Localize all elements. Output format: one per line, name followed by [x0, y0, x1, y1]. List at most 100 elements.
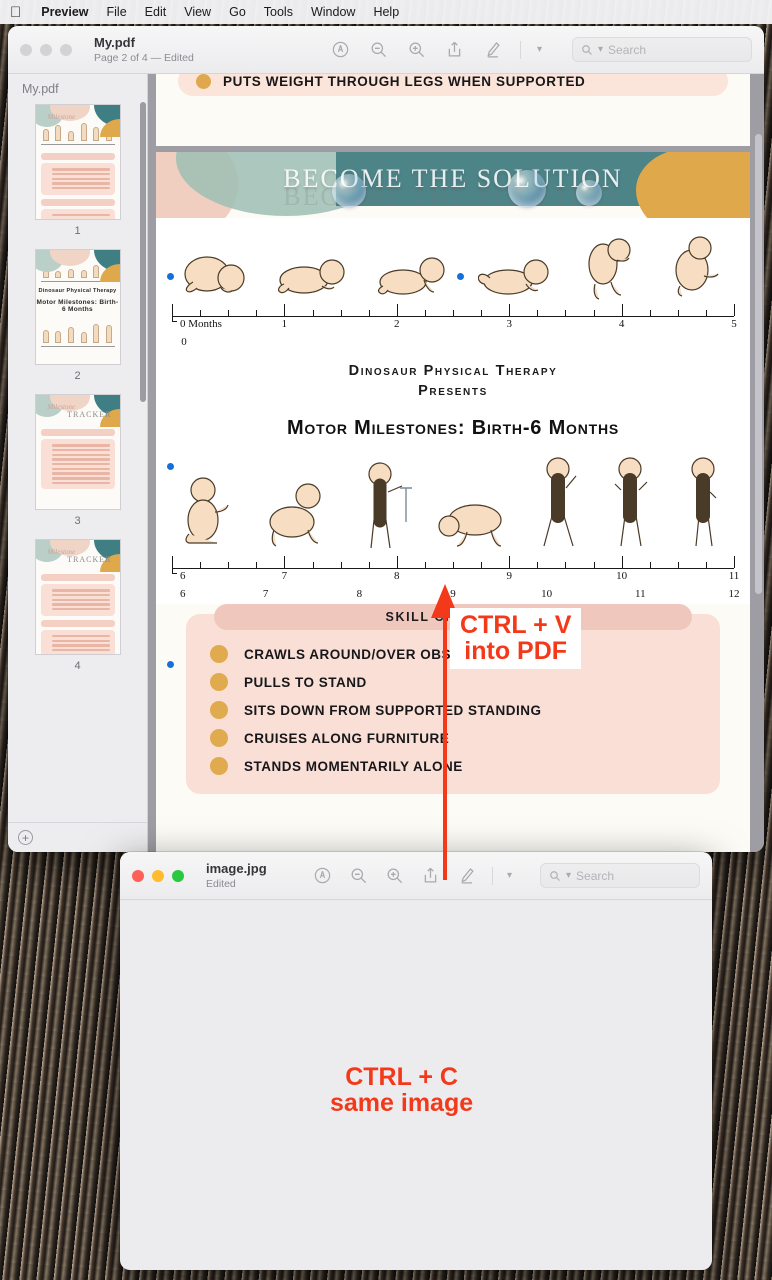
search-input[interactable]: ▾ Search	[572, 37, 752, 62]
baby-figure-sit-play	[177, 470, 239, 554]
ruler-tick-major	[284, 556, 286, 569]
ruler-label: 11	[728, 570, 740, 583]
ruler-label: 8	[356, 588, 363, 601]
list-item[interactable]: Dinosaur Physical Therapy Motor Mileston…	[8, 249, 147, 382]
zoom-in-icon[interactable]	[406, 39, 428, 61]
zoom-out-icon[interactable]	[348, 865, 370, 887]
minimize-button[interactable]	[152, 869, 164, 882]
ruler-axis	[172, 316, 734, 317]
page-thumbnail-1[interactable]: Milestone	[34, 104, 121, 220]
selection-handle-mid-left[interactable]	[166, 462, 175, 471]
close-button[interactable]	[132, 869, 144, 882]
add-page-button[interactable]: +	[18, 830, 33, 845]
maximize-button[interactable]	[60, 43, 72, 56]
sidebar-thumbnail-list[interactable]: Milestone 1 Dinosaur Physical Therapy Mo…	[8, 102, 147, 822]
paste-line-1: CTRL + V	[460, 611, 572, 639]
checkbox-dot[interactable]	[210, 701, 228, 720]
search-icon	[549, 870, 561, 882]
ruler-tick-minor	[593, 562, 595, 569]
sidebar-scrollbar[interactable]	[140, 102, 146, 402]
ruler-tick-minor	[424, 562, 426, 569]
image-titlebar[interactable]: image.jpg Edited ▾ ▾ Search	[120, 852, 712, 900]
window-controls-pdf[interactable]	[20, 43, 72, 56]
pasted-image-content[interactable]: 0 Months 1 2 3 4 5 0 Dinosaur Physical Therap…	[156, 218, 750, 605]
ruler-tick-minor	[424, 310, 426, 316]
ruler-ghost-birth: 0	[172, 336, 734, 352]
minimize-button[interactable]	[40, 43, 52, 56]
ruler-tick-minor	[537, 310, 539, 316]
zoom-in-icon[interactable]	[384, 865, 406, 887]
thumb-script-title: Milestone	[47, 113, 76, 121]
baby-figure-standing-side	[679, 454, 729, 554]
selection-handle-top-left[interactable]	[166, 272, 175, 281]
ruler-label: 10	[616, 570, 628, 583]
maximize-button[interactable]	[172, 869, 184, 882]
apple-logo-icon[interactable]: 	[10, 5, 21, 20]
zoom-out-icon[interactable]	[368, 39, 390, 61]
list-item[interactable]: Milestone TRACKER 3	[8, 394, 147, 527]
image-edit-status: Edited	[206, 877, 236, 890]
menu-item-view[interactable]: View	[184, 5, 211, 19]
ruler-tick-minor	[256, 562, 258, 569]
markup-pen-icon[interactable]	[482, 39, 504, 61]
ruler-label: 6	[180, 570, 186, 583]
ruler-tick-major	[396, 556, 398, 569]
baby-figure-crawling	[262, 474, 334, 554]
ruler-label: 5	[731, 318, 737, 330]
ruler-ghost-label: 0	[181, 336, 187, 348]
document-scrollbar[interactable]	[755, 134, 762, 594]
pdf-page-status: Page 2 of 4 — Edited	[94, 51, 194, 64]
image-toolbar[interactable]: ▾ ▾ Search	[312, 863, 700, 888]
pdf-toolbar[interactable]: ▾ ▾ Search	[330, 37, 752, 62]
chevron-down-icon[interactable]: ▾	[537, 44, 542, 55]
thumbnail-number: 1	[74, 225, 81, 237]
window-controls-image[interactable]	[132, 869, 184, 882]
ruler-tick-minor	[677, 562, 679, 569]
paste-instruction-annotation: CTRL + V into PDF	[450, 608, 582, 669]
pdf-filename: My.pdf	[94, 34, 135, 50]
ruler-tick-minor	[312, 310, 314, 316]
toolbar-divider	[491, 866, 493, 885]
menu-item-preview[interactable]: Preview	[41, 5, 88, 19]
checkbox-dot[interactable]	[210, 729, 228, 748]
checklist-item-label: PULLS TO STAND	[244, 674, 367, 690]
ruler-label: 10	[541, 588, 553, 601]
ruler-label: 2	[394, 318, 400, 330]
share-icon[interactable]	[444, 39, 466, 61]
page-thumbnail-2[interactable]: Dinosaur Physical Therapy Motor Mileston…	[34, 249, 121, 365]
checkbox-dot[interactable]	[210, 673, 228, 692]
menu-item-tools[interactable]: Tools	[264, 5, 293, 19]
ruler-tick-major	[734, 556, 735, 569]
pdf-titlebar[interactable]: My.pdf Page 2 of 4 — Edited ▾ ▾ Search	[8, 26, 764, 74]
page-thumbnail-4[interactable]: Milestone TRACKER	[34, 539, 121, 655]
annotate-icon[interactable]	[312, 865, 334, 887]
close-button[interactable]	[20, 43, 32, 56]
ruler-tick-minor	[649, 310, 651, 316]
preview-window-pdf[interactable]: My.pdf Page 2 of 4 — Edited ▾ ▾ Search M…	[8, 26, 764, 852]
ruler-label: 9	[506, 570, 512, 583]
selection-handle-bottom-left[interactable]	[166, 660, 175, 669]
ruler-tick-minor	[565, 310, 567, 316]
checkbox-dot[interactable]	[210, 645, 228, 664]
ruler-label: 7	[281, 570, 288, 583]
annotate-icon[interactable]	[330, 39, 352, 61]
pdf-sidebar[interactable]: My.pdf Milestone 1 Dinosaur Physical The…	[8, 74, 148, 852]
menu-item-window[interactable]: Window	[311, 5, 355, 19]
list-item[interactable]: Milestone TRACKER 4	[8, 539, 147, 672]
checkbox-dot[interactable]	[210, 757, 228, 776]
menu-item-edit[interactable]: Edit	[145, 5, 167, 19]
figure-strip-6-12	[156, 444, 750, 554]
page-thumbnail-3[interactable]: Milestone TRACKER	[34, 394, 121, 510]
list-item[interactable]: Milestone 1	[8, 104, 147, 237]
menu-item-file[interactable]: File	[107, 5, 127, 19]
selection-handle-top-mid[interactable]	[456, 272, 465, 281]
menu-item-go[interactable]: Go	[229, 5, 246, 19]
search-chevron-icon[interactable]: ▾	[566, 870, 571, 881]
pdf-document-title: My.pdf Page 2 of 4 — Edited	[94, 35, 194, 64]
menu-item-help[interactable]: Help	[373, 5, 399, 19]
search-input[interactable]: ▾ Search	[540, 863, 700, 888]
ruler-label: 12	[728, 588, 740, 601]
thumbnail-number: 2	[74, 370, 81, 382]
chevron-down-icon[interactable]: ▾	[507, 870, 512, 881]
search-chevron-icon[interactable]: ▾	[598, 44, 603, 55]
